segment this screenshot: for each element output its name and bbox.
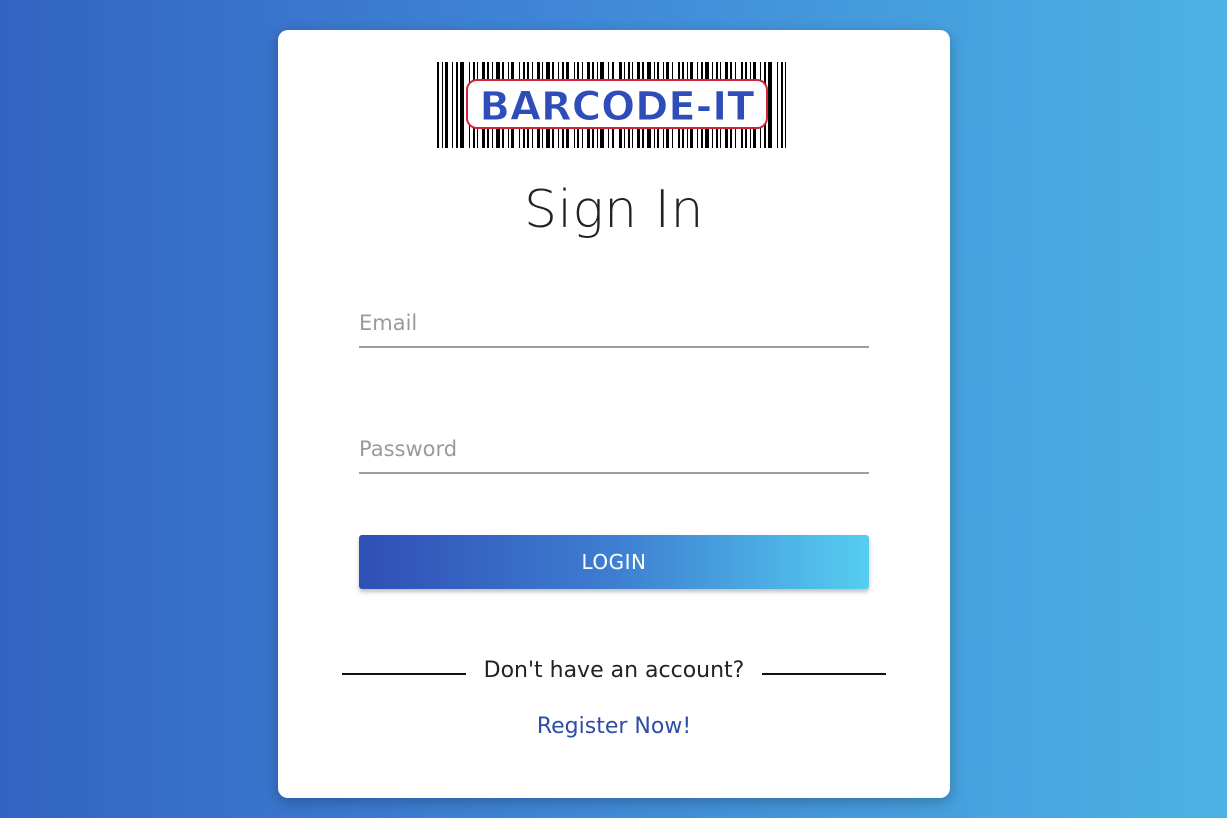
logo-text: BARCODE-IT <box>480 84 756 130</box>
password-input[interactable] <box>359 426 869 472</box>
no-account-prompt: Don't have an account? <box>483 658 745 683</box>
divider-left <box>342 673 466 675</box>
login-button[interactable]: LOGIN <box>359 535 869 589</box>
barcode-it-logo: BARCODE-IT <box>437 62 786 148</box>
barcode-bar <box>445 62 448 148</box>
register-link[interactable]: Register Now! <box>278 714 950 739</box>
barcode-bar <box>785 62 786 148</box>
barcode-bar <box>442 62 443 148</box>
page-title: Sign In <box>524 180 704 240</box>
barcode-bar <box>777 62 778 148</box>
barcode-bar <box>768 62 772 148</box>
barcode-bar <box>452 62 453 148</box>
barcode-bar <box>437 62 439 148</box>
barcode-bar <box>460 62 464 148</box>
email-field[interactable] <box>359 300 869 348</box>
password-field[interactable] <box>359 426 869 474</box>
barcode-bar <box>781 62 783 148</box>
barcode-bar <box>456 62 458 148</box>
email-input[interactable] <box>359 300 869 346</box>
divider-right <box>762 673 886 675</box>
sign-in-card: BARCODE-IT Sign In LOGIN Don't have an a… <box>278 30 950 798</box>
